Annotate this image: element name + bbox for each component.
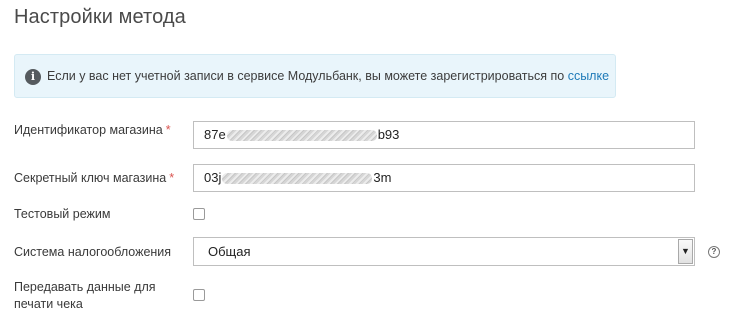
tax-system-selected-value: Общая [208,244,251,259]
registration-link[interactable]: ссылке [568,69,609,83]
test-mode-label: Тестовый режим [14,207,111,221]
info-message: Если у вас нет учетной записи в сервисе … [47,69,568,83]
shop-id-label: Идентификатор магазина * [14,122,171,139]
tax-system-label: Система налогообложения [14,245,172,259]
required-mark: * [165,123,171,137]
secret-key-value-start: 03j [204,170,222,185]
send-receipt-label: Передавать данные для печати чека [14,280,156,311]
shop-id-label-text: Идентификатор магазина [14,123,163,137]
secret-key-label: Секретный ключ магазина * [14,170,174,187]
send-receipt-checkbox[interactable] [193,289,205,301]
tax-system-select[interactable]: Общая ▼ [193,237,695,266]
test-mode-checkbox[interactable] [193,208,205,220]
secret-key-label-text: Секретный ключ магазина [14,171,167,185]
shop-id-value-end: b93 [377,127,400,142]
shop-id-value-start: 87e [204,127,226,142]
info-text: Если у вас нет учетной записи в сервисе … [47,69,609,83]
chevron-down-icon[interactable]: ▼ [678,239,693,264]
info-icon: i [25,69,41,85]
required-mark: * [169,171,175,185]
secret-key-input[interactable]: 03j 3m [193,164,695,192]
redacted-blur [226,130,377,142]
shop-id-input[interactable]: 87e b93 [193,121,695,149]
question-circle-icon[interactable]: ? [708,246,720,258]
secret-key-value-end: 3m [373,170,392,185]
page-title: Настройки метода [14,6,186,28]
info-alert: i Если у вас нет учетной записи в сервис… [14,54,616,98]
redacted-blur [222,173,373,185]
